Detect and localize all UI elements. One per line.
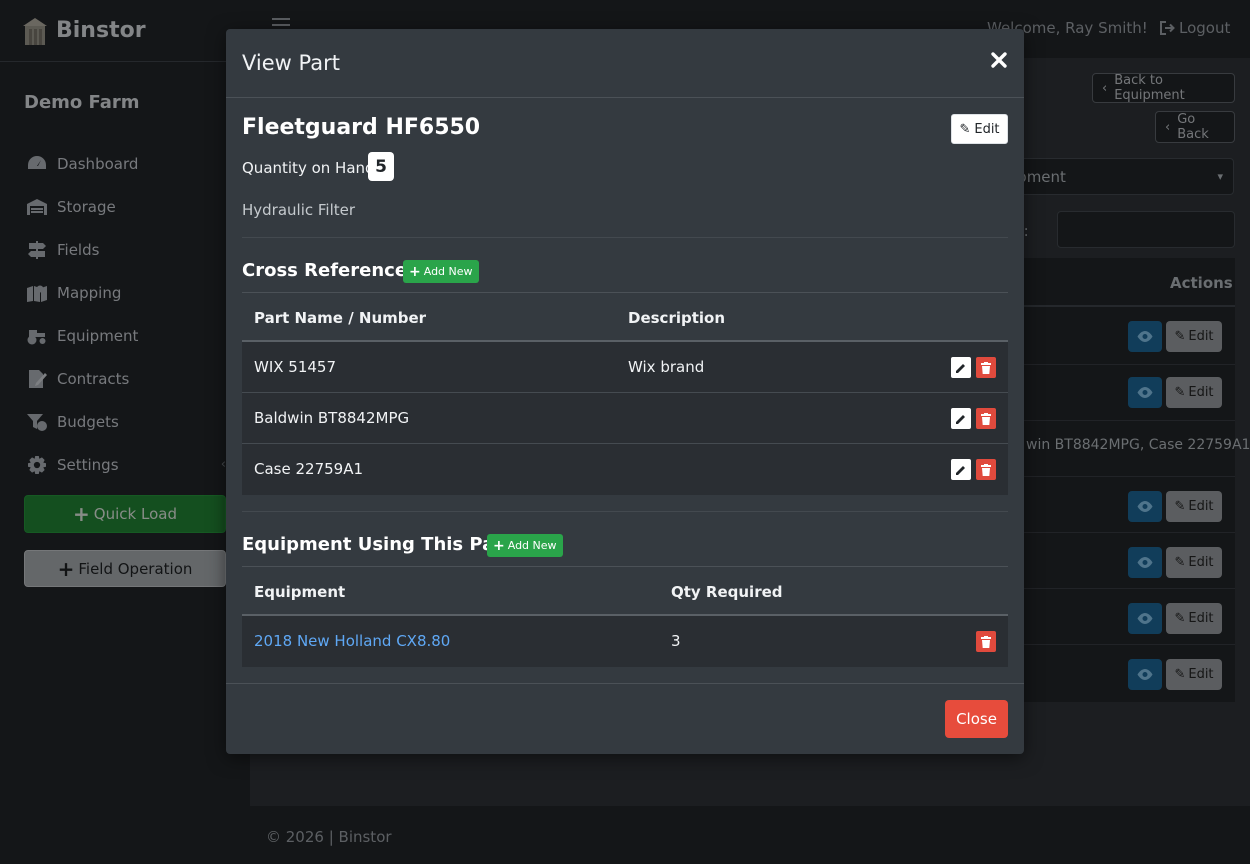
equipment-table: Equipment Qty Required 2018 New Holland … (242, 566, 1008, 667)
modal-title: View Part (242, 51, 340, 75)
qty-required: 3 (671, 632, 681, 650)
add-equipment-button[interactable]: + Add New (487, 534, 563, 557)
edit-row-button[interactable] (951, 459, 971, 480)
trash-icon (981, 635, 991, 648)
trash-icon (981, 463, 991, 476)
edit-row-button[interactable] (951, 408, 971, 429)
quantity-badge: 5 (368, 152, 394, 181)
trash-icon (981, 412, 991, 425)
plus-icon: + (409, 263, 421, 280)
cross-references-title: Cross References (242, 260, 418, 281)
plus-icon: + (493, 537, 505, 554)
delete-row-button[interactable] (976, 408, 996, 429)
table-header: Equipment Qty Required (242, 566, 1008, 616)
table-row: Case 22759A1 (242, 444, 1008, 495)
pencil-icon (956, 465, 965, 475)
add-new-label: Add New (507, 539, 557, 552)
table-row: WIX 51457 Wix brand (242, 342, 1008, 393)
modal-header: View Part (226, 29, 1024, 98)
column-header-equipment: Equipment (254, 583, 346, 601)
delete-row-button[interactable] (976, 631, 996, 652)
table-header: Part Name / Number Description (242, 292, 1008, 342)
view-part-modal: View Part Fleetguard HF6550 ✎ Edit Quant… (226, 29, 1024, 754)
trash-icon (981, 361, 991, 374)
cross-ref-part: Baldwin BT8842MPG (254, 409, 410, 427)
pencil-icon: ✎ (959, 121, 971, 137)
pencil-icon (956, 363, 965, 373)
cross-references-table: Part Name / Number Description WIX 51457… (242, 292, 1008, 495)
close-icon[interactable] (990, 51, 1008, 69)
column-header-description: Description (628, 309, 726, 327)
edit-label: Edit (974, 121, 1000, 137)
add-new-label: Add New (423, 265, 473, 278)
edit-row-button[interactable] (951, 357, 971, 378)
table-row: Baldwin BT8842MPG (242, 393, 1008, 444)
delete-row-button[interactable] (976, 459, 996, 480)
part-description: Hydraulic Filter (242, 201, 356, 219)
close-button[interactable]: Close (945, 700, 1008, 738)
cross-ref-description: Wix brand (628, 358, 705, 376)
equipment-using-part-title: Equipment Using This Part (242, 534, 512, 555)
part-name: Fleetguard HF6550 (242, 115, 481, 140)
delete-row-button[interactable] (976, 357, 996, 378)
modal-footer-divider (226, 683, 1024, 684)
equipment-link[interactable]: 2018 New Holland CX8.80 (254, 632, 450, 650)
quantity-label: Quantity on Hand: (242, 159, 380, 177)
column-header-qty-required: Qty Required (671, 583, 783, 601)
edit-part-button[interactable]: ✎ Edit (951, 114, 1008, 144)
column-header-part: Part Name / Number (254, 309, 427, 327)
add-cross-reference-button[interactable]: + Add New (403, 260, 479, 283)
cross-ref-part: WIX 51457 (254, 358, 337, 376)
table-row: 2018 New Holland CX8.80 3 (242, 616, 1008, 667)
divider (242, 237, 1008, 238)
cross-ref-part: Case 22759A1 (254, 460, 363, 478)
pencil-icon (956, 414, 965, 424)
divider (242, 511, 1008, 512)
